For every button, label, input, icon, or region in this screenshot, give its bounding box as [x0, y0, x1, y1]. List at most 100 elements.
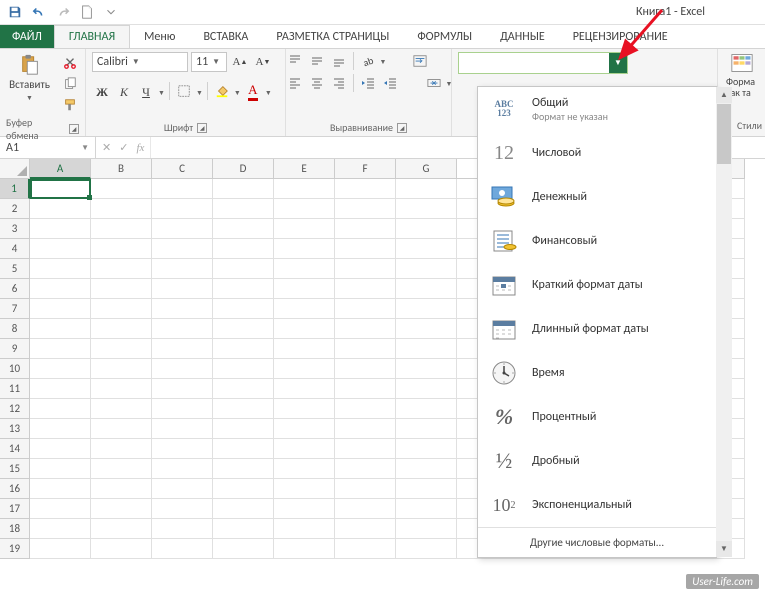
cell[interactable] — [152, 379, 213, 399]
cell[interactable] — [213, 259, 274, 279]
column-header-B[interactable]: B — [91, 159, 152, 179]
row-header[interactable]: 13 — [0, 419, 30, 439]
cell[interactable] — [30, 419, 91, 439]
cell[interactable] — [30, 219, 91, 239]
cell[interactable] — [213, 299, 274, 319]
cell[interactable] — [30, 279, 91, 299]
align-center-button[interactable] — [307, 74, 327, 92]
cell[interactable] — [335, 219, 396, 239]
decrease-font-button[interactable]: A▼ — [253, 53, 273, 71]
row-header[interactable]: 12 — [0, 399, 30, 419]
row-header[interactable]: 18 — [0, 519, 30, 539]
cell[interactable] — [152, 539, 213, 559]
row-header[interactable]: 14 — [0, 439, 30, 459]
format-accounting[interactable]: Финансовый — [478, 219, 716, 263]
cell[interactable] — [335, 199, 396, 219]
row-header[interactable]: 9 — [0, 339, 30, 359]
font-name-combo[interactable]: Calibri▼ — [92, 52, 188, 72]
cell[interactable] — [396, 419, 457, 439]
cell[interactable] — [30, 359, 91, 379]
format-currency[interactable]: Денежный — [478, 175, 716, 219]
cell[interactable] — [396, 179, 457, 199]
cell[interactable] — [396, 359, 457, 379]
cell[interactable] — [274, 539, 335, 559]
cell[interactable] — [30, 399, 91, 419]
cell[interactable] — [91, 499, 152, 519]
cell[interactable] — [91, 539, 152, 559]
cell[interactable] — [274, 439, 335, 459]
cell[interactable] — [152, 399, 213, 419]
cell[interactable] — [396, 479, 457, 499]
row-header[interactable]: 1 — [0, 179, 30, 199]
italic-button[interactable]: К — [114, 82, 134, 102]
format-scientific[interactable]: 102 Экспоненциальный — [478, 483, 716, 527]
format-long-date[interactable]: Длинный формат даты — [478, 307, 716, 351]
cell[interactable] — [335, 499, 396, 519]
cell[interactable] — [91, 239, 152, 259]
column-header-E[interactable]: E — [274, 159, 335, 179]
cell[interactable] — [396, 399, 457, 419]
tab-insert[interactable]: ВСТАВКА — [189, 25, 262, 48]
cell[interactable] — [396, 279, 457, 299]
cell[interactable] — [91, 519, 152, 539]
cell[interactable] — [91, 319, 152, 339]
row-header[interactable]: 11 — [0, 379, 30, 399]
underline-button[interactable]: Ч — [136, 82, 156, 102]
cell[interactable] — [30, 539, 91, 559]
cell[interactable] — [152, 479, 213, 499]
cell[interactable] — [274, 199, 335, 219]
number-format-combo[interactable]: ▼ — [458, 52, 628, 74]
cell[interactable] — [213, 459, 274, 479]
cell[interactable] — [152, 199, 213, 219]
row-header[interactable]: 7 — [0, 299, 30, 319]
cell[interactable] — [152, 339, 213, 359]
scroll-down-arrow[interactable]: ▼ — [716, 541, 732, 557]
row-header[interactable]: 2 — [0, 199, 30, 219]
cell[interactable] — [274, 239, 335, 259]
cell[interactable] — [274, 399, 335, 419]
cell[interactable] — [396, 519, 457, 539]
copy-button[interactable] — [60, 75, 80, 93]
cell[interactable] — [91, 439, 152, 459]
qat-customize[interactable] — [100, 1, 122, 23]
cell[interactable] — [213, 179, 274, 199]
row-header[interactable]: 6 — [0, 279, 30, 299]
file-tab[interactable]: ФАЙЛ — [0, 25, 54, 48]
wrap-text-button[interactable] — [410, 52, 430, 70]
insert-function-button[interactable]: fx — [136, 142, 144, 154]
number-format-input[interactable] — [463, 56, 623, 70]
align-left-button[interactable] — [285, 74, 305, 92]
row-header[interactable]: 15 — [0, 459, 30, 479]
decrease-indent-button[interactable] — [358, 74, 378, 92]
cell[interactable] — [91, 359, 152, 379]
cell[interactable] — [152, 259, 213, 279]
cell[interactable] — [152, 179, 213, 199]
cell[interactable] — [91, 339, 152, 359]
column-header-D[interactable]: D — [213, 159, 274, 179]
align-middle-button[interactable] — [307, 52, 327, 70]
tab-home[interactable]: ГЛАВНАЯ — [54, 25, 130, 48]
row-header[interactable]: 16 — [0, 479, 30, 499]
cell[interactable] — [30, 179, 91, 199]
orientation-button[interactable]: ab — [358, 52, 378, 70]
cell[interactable] — [274, 219, 335, 239]
align-right-button[interactable] — [329, 74, 349, 92]
format-painter-button[interactable] — [60, 96, 80, 114]
cell[interactable] — [213, 379, 274, 399]
cell[interactable] — [274, 499, 335, 519]
cell[interactable] — [152, 519, 213, 539]
cut-button[interactable] — [60, 54, 80, 72]
cell[interactable] — [335, 319, 396, 339]
column-header-G[interactable]: G — [396, 159, 457, 179]
cell[interactable] — [335, 399, 396, 419]
cell[interactable] — [274, 459, 335, 479]
cell[interactable] — [335, 179, 396, 199]
cell[interactable] — [152, 359, 213, 379]
cell[interactable] — [396, 499, 457, 519]
cell[interactable] — [152, 319, 213, 339]
cell[interactable] — [335, 419, 396, 439]
cell[interactable] — [30, 379, 91, 399]
cell[interactable] — [274, 319, 335, 339]
cell[interactable] — [152, 279, 213, 299]
cell[interactable] — [396, 459, 457, 479]
